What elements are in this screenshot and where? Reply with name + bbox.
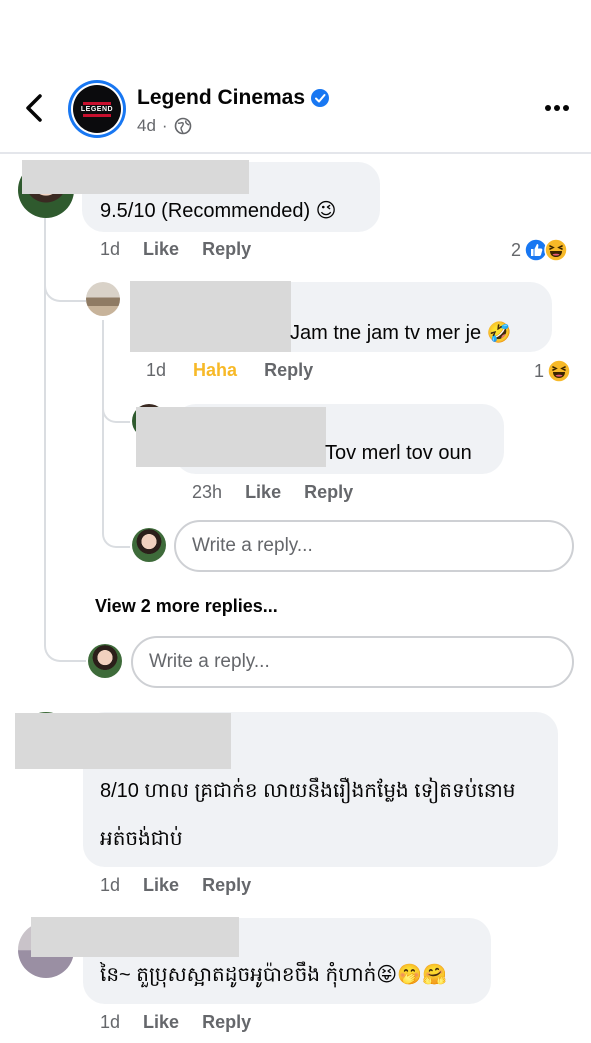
post-age[interactable]: 4d — [137, 116, 156, 136]
redacted-name — [22, 160, 249, 194]
back-arrow-icon[interactable] — [22, 92, 50, 124]
reaction-count: 1 — [534, 360, 545, 381]
redacted-name — [130, 281, 291, 352]
my-avatar — [132, 528, 166, 562]
thread-connector — [44, 262, 86, 302]
haha-reaction-icon — [544, 238, 568, 262]
header-divider — [0, 152, 591, 154]
reply-button[interactable]: Reply — [202, 239, 251, 259]
comment-actions: 1d Like Reply — [100, 875, 251, 896]
reply-placeholder: Write a reply... — [149, 651, 270, 672]
haha-button[interactable]: Haha — [193, 360, 237, 380]
like-button[interactable]: Like — [143, 875, 179, 895]
comment-text: Tov merl tov oun — [325, 442, 472, 464]
like-button[interactable]: Like — [143, 1012, 179, 1032]
comment-text-line1: 8/10 ហាល គ្រជាក់ខ លាយនឹងរឿងកម្លែង ទៀតទប់… — [100, 780, 516, 802]
view-more-replies-link[interactable]: View 2 more replies... — [95, 596, 278, 617]
comment-text: 9.5/10 (Recommended) 😉 — [100, 200, 337, 222]
reply-input[interactable]: Write a reply... — [174, 520, 574, 572]
meta-separator: · — [161, 116, 168, 135]
page-name[interactable]: Legend Cinemas — [137, 86, 305, 110]
comment-actions: 23h Like Reply — [192, 482, 353, 503]
like-button[interactable]: Like — [143, 239, 179, 259]
my-avatar — [88, 644, 122, 678]
reaction-summary[interactable]: 1 — [534, 359, 571, 383]
thread-connector — [44, 620, 86, 662]
comment-time[interactable]: 23h — [192, 482, 222, 502]
page-title[interactable]: Legend Cinemas — [137, 86, 330, 110]
comment-actions: 1d Like Reply — [100, 239, 251, 260]
comment-time[interactable]: 1d — [100, 875, 120, 895]
redacted-name — [15, 713, 231, 769]
reaction-count: 2 — [511, 239, 522, 260]
comment-time[interactable]: 1d — [100, 239, 120, 259]
comment-time[interactable]: 1d — [100, 1012, 120, 1032]
reply-button[interactable]: Reply — [264, 360, 313, 380]
reply-button[interactable]: Reply — [202, 875, 251, 895]
thread-connector — [102, 385, 130, 423]
reply-input[interactable]: Write a reply... — [131, 636, 574, 688]
page-logo-text: LEGEND — [80, 105, 114, 113]
reply-button[interactable]: Reply — [304, 482, 353, 502]
comment-text-line2: អត់ចង់ជាប់ — [100, 828, 183, 850]
reaction-summary[interactable]: 2 — [511, 238, 568, 262]
comment-text: នៃ~ តួប្រុសស្អាតដូចអូប៉ាខចឹង កុំហាក់😝🤭🤗 — [100, 964, 447, 986]
more-options-icon[interactable] — [544, 104, 570, 112]
redacted-name — [31, 917, 239, 957]
comment-actions: 1d Like Reply — [100, 1012, 251, 1033]
redacted-name — [136, 407, 326, 467]
like-button[interactable]: Like — [245, 482, 281, 502]
page-avatar[interactable]: LEGEND — [68, 80, 126, 138]
post-meta: 4d · — [137, 116, 192, 136]
comment-time[interactable]: 1d — [146, 360, 166, 380]
haha-reaction-icon — [547, 359, 571, 383]
commenter-avatar[interactable] — [86, 282, 120, 316]
reply-placeholder: Write a reply... — [192, 535, 313, 556]
globe-icon — [174, 117, 191, 135]
comment-text: Jam tne jam tv mer je 🤣 — [290, 322, 512, 344]
verified-badge-icon — [311, 89, 330, 107]
thread-connector — [102, 510, 130, 548]
reply-button[interactable]: Reply — [202, 1012, 251, 1032]
thread-line — [102, 320, 104, 520]
comment-actions: 1d Haha Reply — [146, 360, 313, 381]
